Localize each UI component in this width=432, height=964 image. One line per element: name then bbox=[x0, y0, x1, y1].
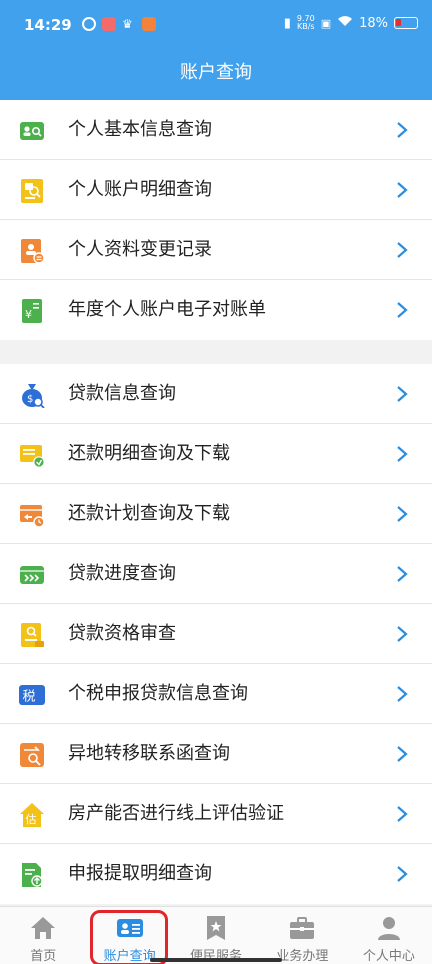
menu-item-label: 个人基本信息查询 bbox=[68, 119, 212, 140]
tax-badge-icon: 税 bbox=[19, 685, 45, 705]
house-estimate-icon: 估 bbox=[20, 803, 44, 827]
id-card-search-icon bbox=[20, 122, 44, 140]
chevron-right-icon bbox=[397, 746, 408, 762]
tab-home[interactable]: 首页 bbox=[0, 907, 86, 964]
service-star-icon bbox=[207, 916, 226, 940]
status-right: ▮ 9.70 KB/s ▣ 18% bbox=[284, 15, 418, 31]
chevron-right-icon bbox=[397, 686, 408, 702]
sim-icon: ▣ bbox=[320, 16, 332, 30]
home-indicator bbox=[150, 958, 282, 962]
chevron-right-icon bbox=[397, 866, 408, 882]
yuan-glyph: ¥ bbox=[25, 308, 32, 321]
menu-item[interactable]: 贷款资格审查 bbox=[0, 604, 432, 664]
menu-item[interactable]: 还款明细查询及下载 bbox=[0, 424, 432, 484]
menu-item-label: 贷款信息查询 bbox=[68, 383, 176, 404]
document-search-icon bbox=[21, 179, 43, 203]
menu-item[interactable]: 个人账户明细查询 bbox=[0, 160, 432, 220]
menu-item-label: 异地转移联系函查询 bbox=[68, 743, 230, 764]
tab-account-query[interactable]: 账户查询 bbox=[86, 907, 172, 964]
loan-progress-icon bbox=[20, 566, 44, 584]
chevron-right-icon bbox=[397, 446, 408, 462]
red-app-icon bbox=[102, 17, 116, 31]
briefcase-icon bbox=[290, 917, 315, 939]
menu-item-label: 年度个人账户电子对账单 bbox=[68, 299, 266, 320]
chevron-right-icon bbox=[397, 122, 408, 138]
money-bag-search-icon: $ bbox=[22, 384, 45, 408]
notification-icons: ♛ bbox=[82, 17, 156, 31]
menu-item-label: 个人账户明细查询 bbox=[68, 179, 212, 200]
wifi-icon bbox=[337, 15, 353, 31]
svg-text:$: $ bbox=[27, 394, 33, 405]
tab-business[interactable]: 业务办理 bbox=[259, 907, 345, 964]
personal-account-group: 个人基本信息查询 个人账户明细查询 个人资料变更记录 ¥ 年度个人账户电子对账单 bbox=[0, 100, 432, 340]
menu-item-label: 贷款资格审查 bbox=[68, 623, 176, 644]
menu-item-label: 个人资料变更记录 bbox=[68, 239, 212, 260]
tax-badge-text: 税 bbox=[23, 690, 36, 705]
bottom-tab-bar: 首页 账户查询 便民服务 业务办理 个人中心 bbox=[0, 906, 432, 964]
network-speed: 9.70 KB/s bbox=[296, 14, 315, 31]
withdraw-upload-icon bbox=[22, 863, 43, 887]
chevron-right-icon bbox=[397, 182, 408, 198]
yuan-statement-icon: ¥ bbox=[22, 299, 42, 323]
transfer-search-icon bbox=[20, 743, 44, 767]
repayment-detail-icon bbox=[20, 445, 45, 468]
chevron-right-icon bbox=[397, 566, 408, 582]
tab-label: 个人中心 bbox=[362, 949, 415, 964]
vibrate-icon: ▮ bbox=[283, 15, 291, 31]
crown-app-icon: ♛ bbox=[122, 17, 133, 31]
battery-percent: 18% bbox=[359, 15, 388, 31]
menu-item[interactable]: $ 贷款信息查询 bbox=[0, 364, 432, 424]
chevron-right-icon bbox=[397, 386, 408, 402]
menu-item[interactable]: 申报提取明细查询 bbox=[0, 844, 432, 904]
menu-item[interactable]: 贷款进度查询 bbox=[0, 544, 432, 604]
tab-personal-center[interactable]: 个人中心 bbox=[346, 907, 432, 964]
sync-app-icon bbox=[82, 17, 96, 31]
orange-app-icon bbox=[142, 17, 156, 31]
chevron-right-icon bbox=[397, 506, 408, 522]
menu-item-label: 还款明细查询及下载 bbox=[68, 443, 230, 464]
chevron-right-icon bbox=[397, 302, 408, 318]
tab-label: 首页 bbox=[30, 949, 57, 964]
estimate-badge-text: 估 bbox=[26, 813, 37, 826]
menu-item[interactable]: 异地转移联系函查询 bbox=[0, 724, 432, 784]
menu-item[interactable]: 还款计划查询及下载 bbox=[0, 484, 432, 544]
menu-item-label: 贷款进度查询 bbox=[68, 563, 176, 584]
menu-item-label: 房产能否进行线上评估验证 bbox=[68, 803, 284, 824]
repayment-plan-icon bbox=[20, 505, 45, 528]
home-icon bbox=[31, 917, 56, 939]
tab-convenience-service[interactable]: 便民服务 bbox=[173, 907, 259, 964]
qualification-icon bbox=[21, 623, 44, 647]
menu-item-label: 还款计划查询及下载 bbox=[68, 503, 230, 524]
menu-item[interactable]: 个人基本信息查询 bbox=[0, 100, 432, 160]
menu-item[interactable]: 税 个税申报贷款信息查询 bbox=[0, 664, 432, 724]
chevron-right-icon bbox=[397, 806, 408, 822]
menu-item[interactable]: ¥ 年度个人账户电子对账单 bbox=[0, 280, 432, 340]
battery-icon bbox=[394, 17, 418, 29]
profile-edit-icon bbox=[21, 239, 45, 264]
status-time: 14:29 bbox=[24, 16, 72, 34]
chevron-right-icon bbox=[397, 242, 408, 258]
menu-item-label: 个税申报贷款信息查询 bbox=[68, 683, 248, 704]
menu-item[interactable]: 估 房产能否进行线上评估验证 bbox=[0, 784, 432, 844]
menu-item-label: 申报提取明细查询 bbox=[68, 863, 212, 884]
chevron-right-icon bbox=[397, 626, 408, 642]
person-icon bbox=[377, 917, 400, 940]
loan-group: $ 贷款信息查询 还款明细查询及下载 还款计划查询及下载 贷款进度查询 贷款资格… bbox=[0, 364, 432, 904]
menu-item[interactable]: 个人资料变更记录 bbox=[0, 220, 432, 280]
status-bar: 14:29 ♛ ▮ 9.70 KB/s ▣ 18% bbox=[0, 0, 432, 50]
page-title: 账户查询 bbox=[0, 50, 432, 100]
account-card-icon bbox=[116, 919, 143, 937]
